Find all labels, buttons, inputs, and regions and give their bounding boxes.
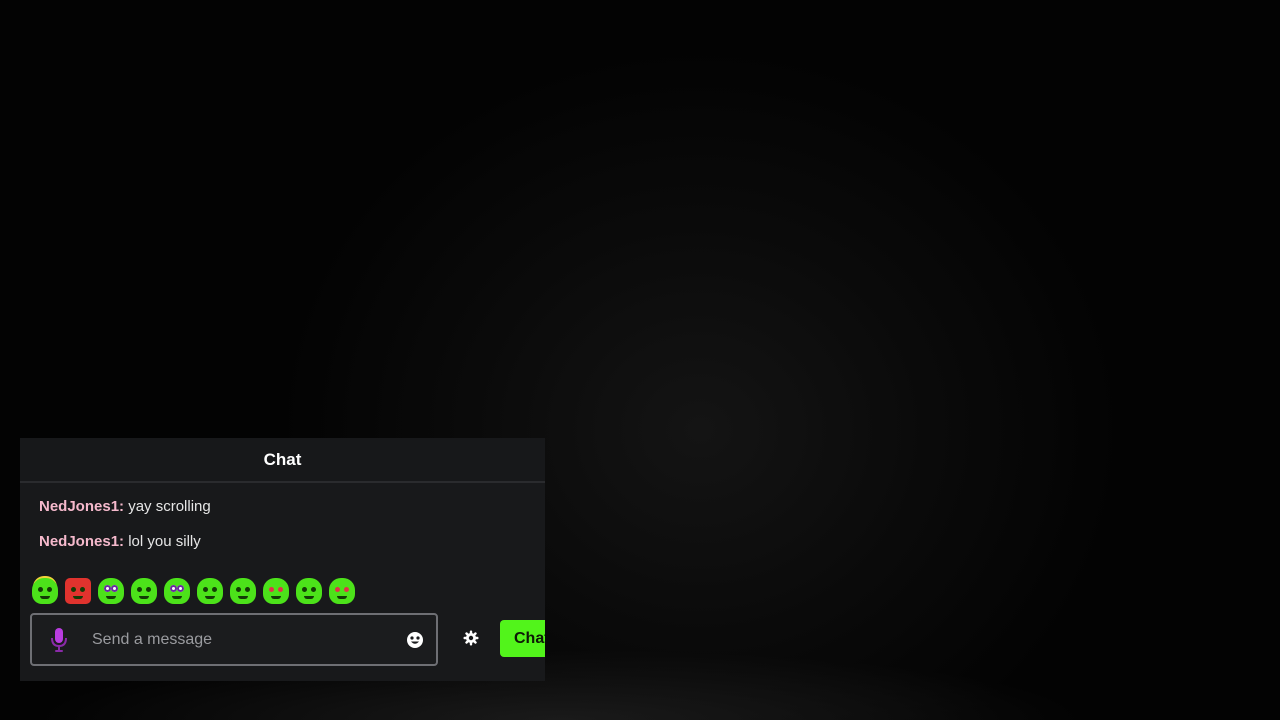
chat-message-username[interactable]: NedJones1:: [39, 533, 124, 550]
message-input-box: [30, 613, 438, 666]
smile-emote[interactable]: [197, 578, 223, 604]
message-input[interactable]: [86, 630, 394, 649]
gear-icon: [463, 630, 479, 646]
microphone-icon: [51, 627, 67, 652]
heart-eyes-emote[interactable]: [329, 578, 355, 604]
wow-emote[interactable]: [263, 578, 289, 604]
angel-emote[interactable]: [32, 578, 58, 604]
smirk-emote[interactable]: [131, 578, 157, 604]
chat-message-text: lol you silly: [128, 533, 201, 550]
sick-emote[interactable]: [296, 578, 322, 604]
chat-message: NedJones1: lol you silly: [39, 532, 545, 552]
chat-message-username[interactable]: NedJones1:: [39, 498, 124, 515]
send-chat-button[interactable]: Chat: [500, 620, 545, 657]
googly-eyes-emote[interactable]: [98, 578, 124, 604]
chat-message: NedJones1: yay scrolling: [39, 497, 545, 517]
chat-messages[interactable]: NedJones1: yay scrolling NedJones1: lol …: [20, 483, 545, 552]
headphones-emote[interactable]: [164, 578, 190, 604]
smiley-icon: [407, 631, 423, 648]
emote-quick-bar: [32, 578, 355, 606]
angry-emote[interactable]: [65, 578, 91, 604]
emote-picker-button[interactable]: [394, 615, 436, 664]
chat-settings-button[interactable]: [458, 625, 484, 651]
chat-header: Chat: [20, 438, 545, 483]
happy-emote[interactable]: [230, 578, 256, 604]
chat-title: Chat: [263, 449, 302, 469]
chat-panel: Chat NedJones1: yay scrolling NedJones1:…: [20, 438, 545, 681]
chat-message-text: yay scrolling: [128, 498, 211, 515]
chat-input-row: Chat: [30, 613, 545, 666]
microphone-button[interactable]: [32, 615, 86, 664]
